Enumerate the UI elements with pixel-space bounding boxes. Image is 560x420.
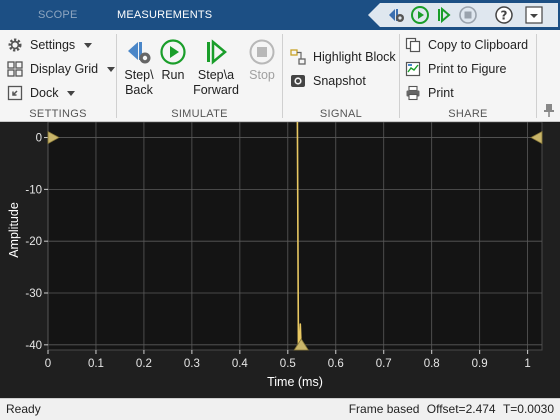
x-tick-label: 0.5 — [280, 358, 296, 370]
y-tick-label: -40 — [25, 340, 42, 352]
status-ready: Ready — [6, 402, 41, 416]
x-tick-label: 0 — [45, 358, 51, 370]
status-offset: Offset=2.474 — [426, 402, 496, 416]
copy-to-clipboard-label: Copy to Clipboard — [428, 38, 529, 52]
stop-label: Stop — [249, 68, 275, 82]
y-tick-label: -20 — [25, 236, 42, 248]
step-forward-label-line2: Forward — [193, 83, 239, 97]
settings-button[interactable]: Settings — [6, 35, 93, 55]
x-tick-label: 0.6 — [328, 358, 344, 370]
snapshot-label: Snapshot — [313, 74, 366, 88]
settings-section: Settings Display Grid Dock SETTINGS — [0, 30, 116, 122]
settings-label: Settings — [30, 38, 76, 52]
highlight-block-icon — [289, 48, 307, 66]
highlight-block-button[interactable]: Highlight Block — [289, 47, 396, 67]
help-icon[interactable]: ? — [494, 5, 514, 25]
share-section-title: SHARE — [448, 108, 488, 120]
step-forward-label-line1: Step\a — [197, 68, 235, 82]
print-to-figure-icon — [404, 60, 422, 78]
copy-to-clipboard-button[interactable]: Copy to Clipboard — [404, 35, 528, 55]
toolstrip-tabbar: SCOPE MEASUREMENTS ? — [0, 0, 560, 30]
dock-label: Dock — [30, 86, 59, 100]
display-grid-button[interactable]: Display Grid — [6, 59, 116, 79]
step-back-icon[interactable] — [386, 5, 406, 25]
menu-icon[interactable] — [524, 5, 544, 25]
step-back-label-line2: Back — [125, 83, 153, 97]
dock-icon — [6, 84, 24, 102]
x-tick-label: 0.2 — [136, 358, 152, 370]
amplitude-plot[interactable]: 0 0.1 0.2 0.3 0.4 0.5 0.6 0.7 0.8 0.9 1 0 -10 -20 -30 -… — [0, 121, 560, 398]
signal-section-title: SIGNAL — [319, 108, 363, 120]
print-to-figure-label: Print to Figure — [428, 62, 507, 76]
x-tick-label: 0.7 — [376, 358, 392, 370]
x-tick-label: 0.3 — [184, 358, 200, 370]
y-tick-label: -30 — [25, 288, 42, 300]
camera-icon — [289, 72, 307, 90]
stop-icon[interactable] — [458, 5, 478, 25]
y-tick-label: -10 — [25, 184, 42, 196]
scope-display[interactable]: 0 0.1 0.2 0.3 0.4 0.5 0.6 0.7 0.8 0.9 1 0 -10 -20 -30 -… — [0, 121, 560, 398]
step-back-button[interactable]: Step\ Back — [121, 36, 157, 98]
signal-section: Highlight Block Snapshot SIGNAL — [283, 30, 399, 122]
print-button[interactable]: Print — [404, 83, 454, 103]
tab-scope[interactable]: SCOPE — [38, 0, 78, 30]
step-back-label-line1: Step\ — [124, 68, 154, 82]
x-tick-label: 0.1 — [88, 358, 104, 370]
dock-button[interactable]: Dock — [6, 83, 76, 103]
quick-access-bar: ? — [368, 0, 560, 30]
x-tick-label: 0.8 — [424, 358, 440, 370]
status-bar: Ready Frame based Offset=2.474 T=0.0030 — [0, 398, 560, 420]
chevron-down-icon — [107, 66, 116, 72]
simulate-section-title: SIMULATE — [171, 108, 228, 120]
stop-icon — [245, 36, 279, 68]
print-label: Print — [428, 86, 454, 100]
pin-icon[interactable] — [544, 103, 554, 117]
status-time: T=0.0030 — [502, 402, 554, 416]
run-button[interactable]: Run — [157, 36, 189, 83]
display-grid-label: Display Grid — [30, 62, 99, 76]
x-tick-label: 0.9 — [472, 358, 488, 370]
run-icon[interactable] — [410, 5, 430, 25]
x-axis-label: Time (ms) — [267, 375, 323, 389]
status-info: Frame based Offset=2.474 T=0.0030 — [345, 402, 554, 416]
step-back-icon — [121, 36, 157, 68]
step-forward-icon[interactable] — [434, 5, 454, 25]
copy-icon — [404, 36, 422, 54]
settings-section-title: SETTINGS — [29, 108, 87, 120]
printer-icon — [404, 84, 422, 102]
plot-area — [47, 121, 543, 351]
run-icon — [157, 36, 189, 68]
x-tick-label: 1 — [524, 358, 530, 370]
svg-text:?: ? — [501, 9, 508, 23]
chevron-down-icon — [67, 90, 76, 96]
status-frame-mode: Frame based — [348, 402, 420, 416]
stop-button[interactable]: Stop — [245, 36, 279, 83]
simulate-section: Step\ Back Run Step\a Forward Stop SIMUL… — [117, 30, 282, 122]
run-label: Run — [161, 68, 185, 82]
chevron-down-icon — [84, 42, 93, 48]
y-axis-label: Amplitude — [7, 202, 21, 258]
gear-icon — [6, 36, 24, 54]
print-to-figure-button[interactable]: Print to Figure — [404, 59, 507, 79]
highlight-block-label: Highlight Block — [313, 50, 396, 64]
snapshot-button[interactable]: Snapshot — [289, 71, 366, 91]
x-tick-label: 0.4 — [232, 358, 249, 370]
tab-measurements[interactable]: MEASUREMENTS — [117, 0, 212, 30]
y-tick-label: 0 — [36, 133, 42, 145]
share-section: Copy to Clipboard Print to Figure Print … — [400, 30, 536, 122]
grid-icon — [6, 60, 24, 78]
ribbon-divider — [536, 34, 537, 118]
ribbon: Settings Display Grid Dock SETTINGS Step… — [0, 30, 560, 122]
step-forward-icon — [191, 36, 241, 68]
step-forward-button[interactable]: Step\a Forward — [191, 36, 241, 98]
